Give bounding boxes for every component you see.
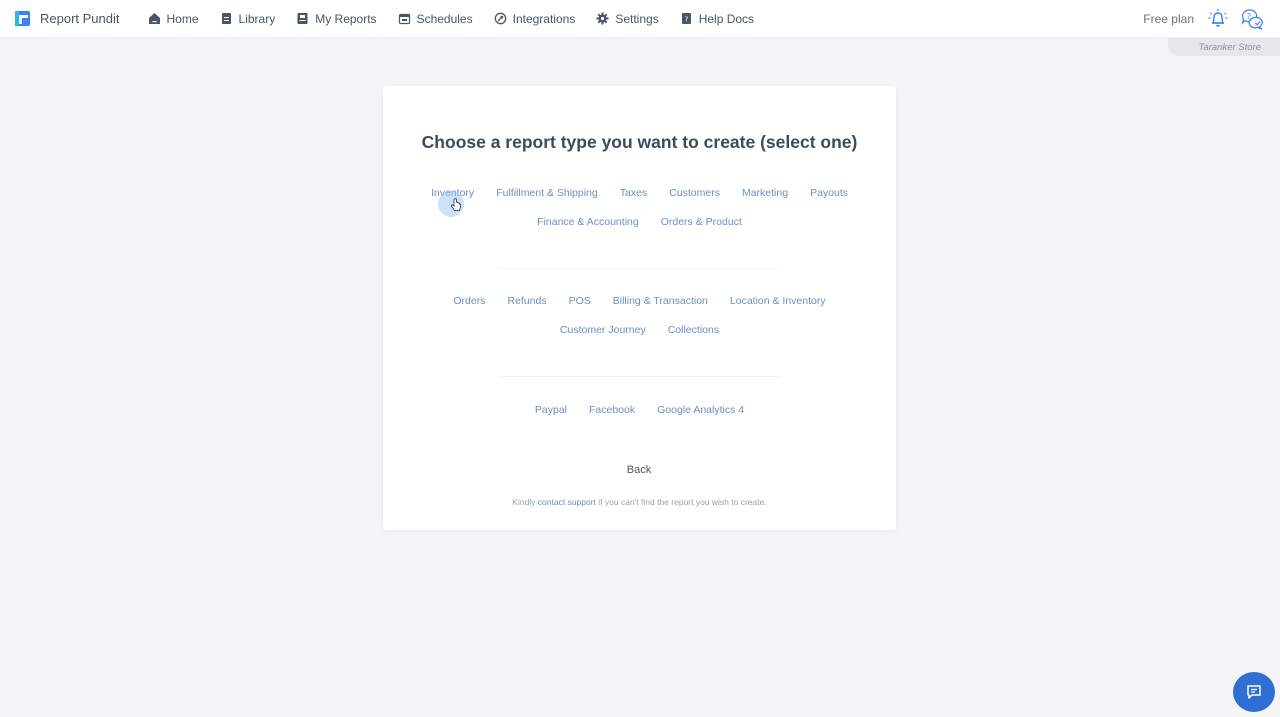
- nav-library-label: Library: [238, 11, 276, 26]
- back-button[interactable]: Back: [609, 459, 669, 481]
- nav-integrations-label: Integrations: [512, 11, 576, 26]
- store-name-tab[interactable]: Taranker Store: [1168, 38, 1280, 56]
- footnote-prefix: Kindly: [512, 497, 538, 507]
- option-fulfillment-shipping[interactable]: Fulfillment & Shipping: [485, 184, 609, 203]
- report-category-group-shopify: Inventory Fulfillment & Shipping Taxes C…: [413, 184, 866, 232]
- report-type-card: Choose a report type you want to create …: [383, 86, 896, 530]
- top-navbar: Report Pundit Home Library My Reports Sc…: [0, 0, 1280, 38]
- report-pundit-logo-icon: [15, 11, 30, 26]
- page-title: Choose a report type you want to create …: [421, 132, 858, 152]
- chat-icon: [1247, 685, 1261, 699]
- option-taxes[interactable]: Taxes: [609, 184, 658, 203]
- help-docs-icon: ?: [681, 13, 691, 24]
- support-footnote: Kindly contact support if you can't find…: [383, 497, 896, 507]
- option-pos[interactable]: POS: [558, 292, 602, 311]
- option-refunds[interactable]: Refunds: [496, 292, 557, 311]
- brand[interactable]: Report Pundit: [15, 11, 120, 26]
- option-payouts[interactable]: Payouts: [799, 184, 859, 203]
- option-orders[interactable]: Orders: [442, 292, 496, 311]
- nav-home-label: Home: [166, 11, 199, 26]
- nav-integrations[interactable]: Integrations: [494, 11, 576, 26]
- option-orders-product[interactable]: Orders & Product: [650, 213, 753, 232]
- contact-support-link[interactable]: contact support: [538, 497, 596, 507]
- nav-my-reports-label: My Reports: [315, 11, 377, 26]
- nav-schedules[interactable]: Schedules: [398, 12, 473, 26]
- nav-my-reports[interactable]: My Reports: [296, 11, 377, 26]
- hand-cursor-icon: [450, 198, 461, 211]
- bell-icon[interactable]: [1206, 8, 1230, 30]
- nav-settings[interactable]: Settings: [596, 11, 659, 26]
- footnote-suffix: if you can't find the report you wish to…: [595, 497, 767, 507]
- option-google-analytics-4[interactable]: Google Analytics 4: [646, 401, 755, 420]
- live-chat-button[interactable]: [1233, 672, 1275, 712]
- option-marketing[interactable]: Marketing: [731, 184, 799, 203]
- option-customer-journey[interactable]: Customer Journey: [549, 321, 657, 340]
- option-finance-accounting[interactable]: Finance & Accounting: [526, 213, 650, 232]
- nav-help-docs-label: Help Docs: [698, 11, 755, 26]
- report-category-group-store: Orders Refunds POS Billing & Transaction…: [413, 292, 866, 340]
- group-divider: [499, 376, 780, 377]
- nav-home[interactable]: Home: [148, 12, 199, 26]
- option-customers[interactable]: Customers: [658, 184, 731, 203]
- option-collections[interactable]: Collections: [657, 321, 730, 340]
- option-facebook[interactable]: Facebook: [578, 401, 646, 420]
- group-divider: [499, 268, 780, 269]
- plan-badge[interactable]: Free plan: [1143, 12, 1194, 26]
- nav-schedules-label: Schedules: [416, 11, 473, 26]
- option-location-inventory[interactable]: Location & Inventory: [719, 292, 837, 311]
- header-right: Free plan ?: [1143, 0, 1264, 38]
- nav-library[interactable]: Library: [220, 11, 276, 26]
- nav-help-docs[interactable]: ? Help Docs: [680, 12, 754, 26]
- my-reports-icon: [297, 13, 308, 24]
- report-category-group-integrations: Paypal Facebook Google Analytics 4: [413, 401, 866, 420]
- option-paypal[interactable]: Paypal: [524, 401, 578, 420]
- gear-icon: [596, 12, 609, 25]
- main-nav: Home Library My Reports Schedules Integr…: [148, 12, 776, 26]
- help-chat-icon[interactable]: ?: [1240, 8, 1264, 30]
- home-icon: [148, 13, 160, 24]
- integrations-icon: [494, 12, 506, 25]
- library-icon: [221, 13, 231, 24]
- nav-settings-label: Settings: [615, 11, 659, 26]
- brand-name: Report Pundit: [40, 11, 120, 26]
- calendar-icon: [398, 13, 410, 25]
- svg-text:?: ?: [684, 16, 688, 24]
- option-billing-transaction[interactable]: Billing & Transaction: [602, 292, 719, 311]
